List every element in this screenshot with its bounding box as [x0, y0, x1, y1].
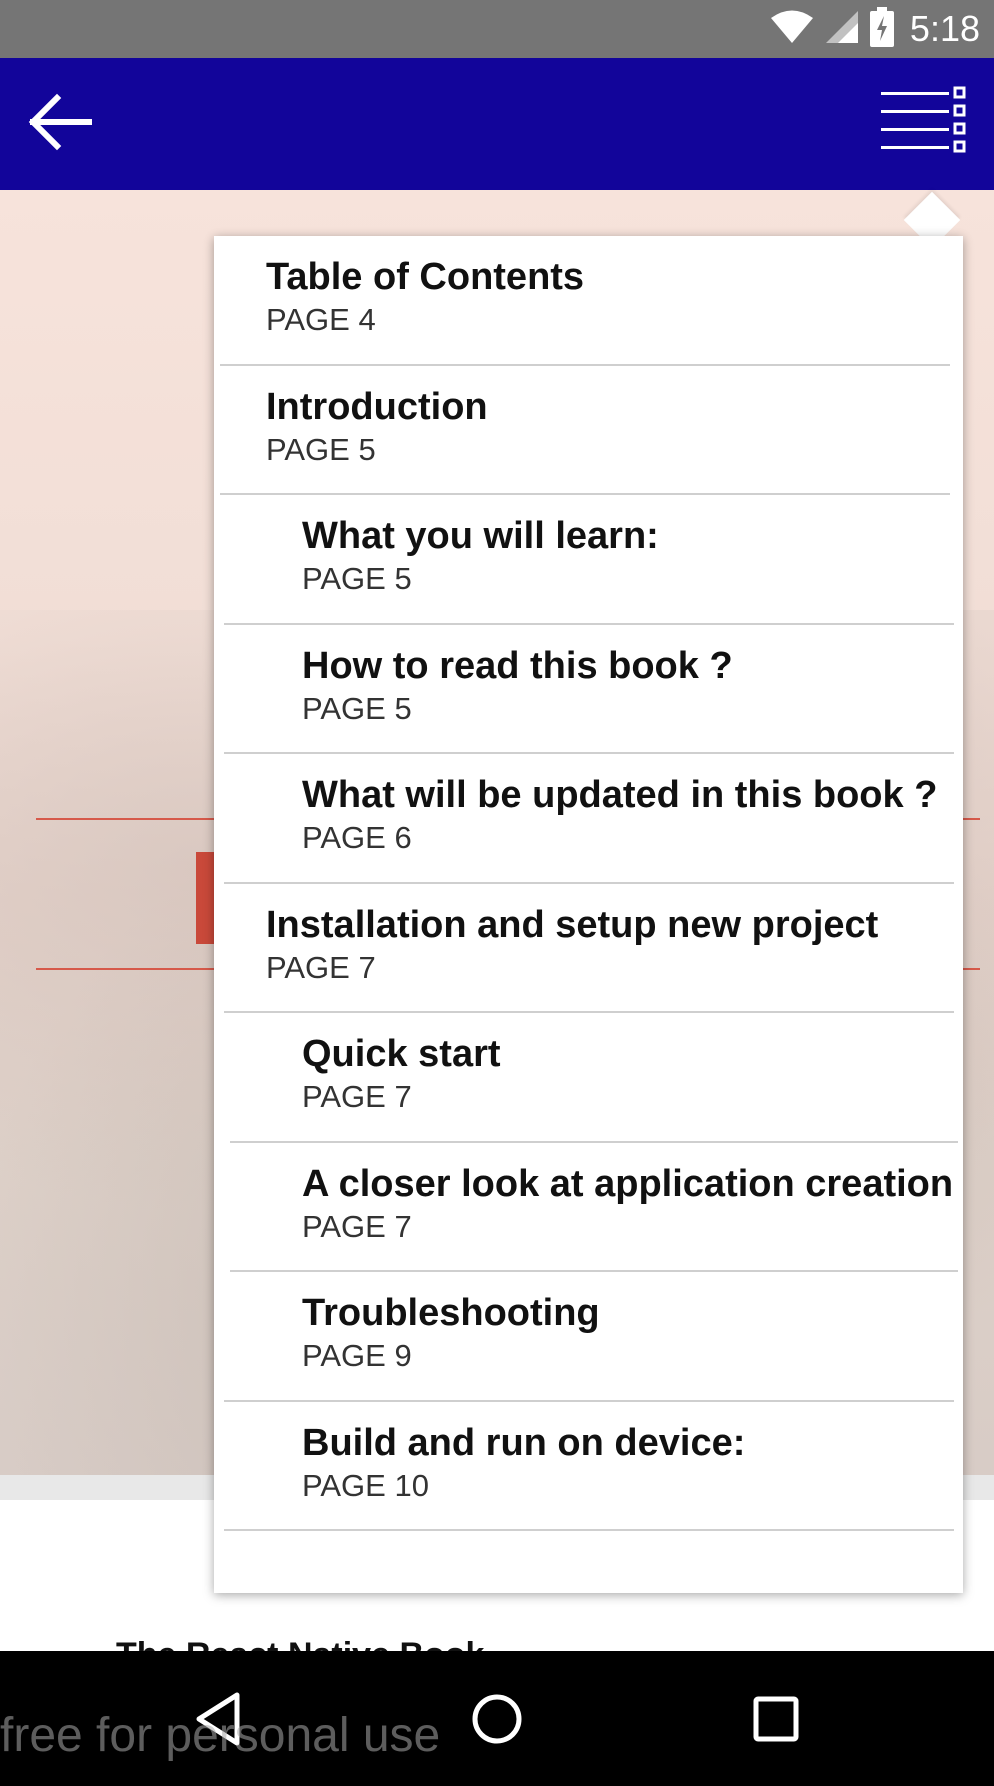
toc-item-title: Table of Contents — [266, 256, 585, 298]
toc-item-page: PAGE 4 — [266, 302, 376, 337]
toc-item-title: What will be updated in this book ? — [302, 774, 938, 816]
home-circle-icon — [469, 1691, 525, 1752]
status-time: 5:18 — [909, 8, 980, 49]
toc-item[interactable]: Introduction PAGE 5 — [214, 366, 963, 495]
toc-item-title: How to read this book ? — [302, 644, 733, 687]
toc-divider — [224, 1529, 954, 1531]
toc-item-title: Quick start — [302, 1033, 501, 1075]
toc-item-title: What you will learn: — [302, 515, 659, 557]
toc-item[interactable]: Quick start PAGE 7 — [214, 1013, 963, 1143]
recents-square-icon — [751, 1694, 801, 1749]
toc-item[interactable]: What will be updated in this book ? PAGE … — [214, 754, 963, 884]
toc-item-page: PAGE 10 — [302, 1467, 429, 1503]
toc-list: Table of Contents PAGE 4 Introduction PAGE … — [214, 236, 963, 1531]
watermark-text: free for personal use — [0, 1709, 441, 1762]
toc-popup: Table of Contents PAGE 4 Introduction PAGE … — [214, 236, 963, 1593]
toc-item[interactable]: Installation and setup new project PAGE 7 — [214, 884, 963, 1013]
toc-item-title: Troubleshooting — [302, 1292, 600, 1334]
nav-recents-button[interactable] — [736, 1681, 816, 1761]
toc-item[interactable]: A closer look at application creation PAG… — [214, 1143, 963, 1272]
app-bar — [0, 58, 994, 190]
toc-item-page: PAGE 9 — [302, 1338, 412, 1373]
toc-item-page: PAGE 5 — [302, 561, 412, 596]
battery-icon — [869, 6, 894, 52]
toc-item-page: PAGE 7 — [302, 1208, 412, 1244]
toc-item-page: PAGE 7 — [302, 1079, 412, 1114]
toc-item[interactable]: How to read this book ? PAGE 5 — [214, 625, 963, 754]
toc-item-title: Introduction — [266, 385, 488, 428]
arrow-left-icon — [27, 92, 93, 157]
toc-item-page: PAGE 5 — [302, 690, 412, 726]
toc-item[interactable]: What you will learn: PAGE 5 — [214, 495, 963, 625]
toc-item[interactable]: Table of Contents PAGE 4 — [214, 236, 963, 366]
toc-item-page: PAGE 6 — [302, 820, 412, 855]
toc-item[interactable]: Build and run on device: PAGE 10 — [214, 1402, 963, 1531]
toc-item-title: Installation and setup new project — [266, 903, 879, 946]
toc-item-page: PAGE 7 — [266, 949, 376, 985]
table-of-contents-button[interactable] — [878, 84, 970, 164]
status-bar: 5:18 — [0, 0, 994, 58]
toc-item[interactable]: Troubleshooting PAGE 9 — [214, 1272, 963, 1402]
toc-item-page: PAGE 5 — [266, 431, 376, 467]
book-title-partial: The React Native Book — [116, 1636, 484, 1651]
wifi-icon — [770, 9, 814, 50]
toc-item-title: Build and run on device: — [302, 1421, 746, 1464]
back-button[interactable] — [22, 86, 98, 162]
toc-item-title: A closer look at application creation — [302, 1162, 954, 1205]
table-of-contents-icon — [879, 86, 969, 163]
nav-home-button[interactable] — [457, 1681, 537, 1761]
cell-signal-icon — [824, 9, 860, 50]
